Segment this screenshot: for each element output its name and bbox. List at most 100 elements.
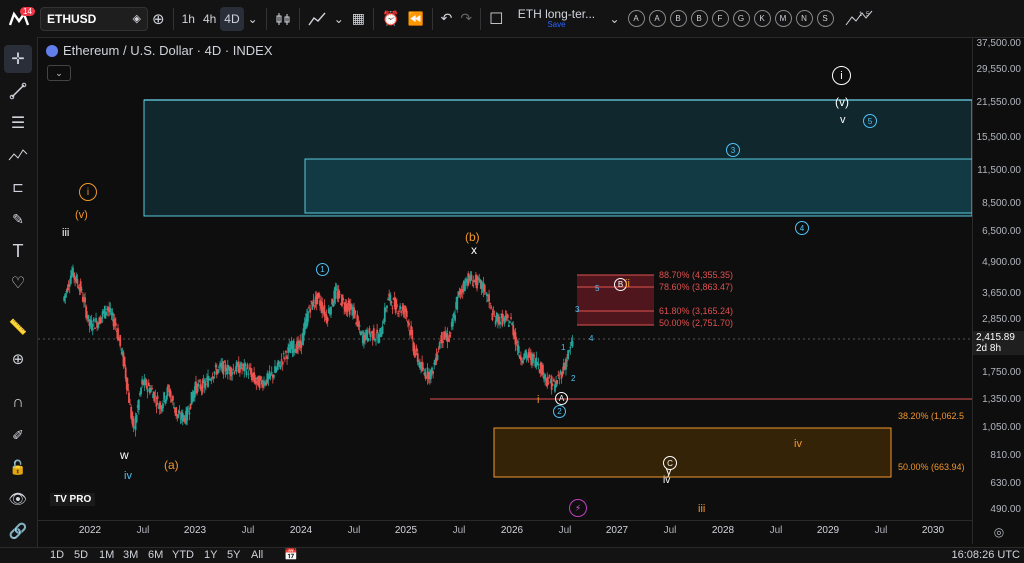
- timeframe-4d[interactable]: 4D: [220, 6, 244, 31]
- range-5d[interactable]: 5D: [74, 549, 88, 561]
- candle-body: [308, 307, 310, 309]
- pattern-tool[interactable]: [4, 141, 32, 169]
- chart-canvas[interactable]: [38, 38, 972, 520]
- range-1m[interactable]: 1M: [99, 549, 114, 561]
- elliott-wave-tool[interactable]: 15: [840, 7, 878, 31]
- range-5y[interactable]: 5Y: [227, 549, 240, 561]
- brush-tool[interactable]: ✎: [4, 205, 32, 233]
- alert-badge[interactable]: A: [648, 10, 666, 27]
- candle-body: [281, 361, 284, 365]
- candle-body: [356, 314, 359, 323]
- redo-button[interactable]: ↷: [456, 7, 476, 31]
- candle-body: [80, 289, 83, 291]
- trendline-tool[interactable]: [4, 77, 32, 105]
- candle-body: [186, 407, 189, 421]
- layout-dropdown[interactable]: ⌄: [605, 7, 623, 31]
- price-label: 1,050.00: [982, 422, 1021, 433]
- forecast-tool[interactable]: ⊏: [4, 173, 32, 201]
- link-tool[interactable]: 🔗: [4, 517, 32, 545]
- candle-body: [330, 306, 332, 315]
- target-zone-inner[interactable]: [304, 158, 972, 214]
- candle-body: [217, 369, 219, 374]
- layouts-button[interactable]: ▦: [348, 7, 369, 31]
- date-range-icon[interactable]: 📅: [284, 548, 298, 561]
- candle-body: [124, 367, 127, 379]
- timeframe-1h[interactable]: 1h: [178, 7, 199, 31]
- candle-body: [126, 383, 129, 391]
- text-tool[interactable]: T: [4, 237, 32, 265]
- alert-badge[interactable]: S: [816, 10, 834, 27]
- magnet-tool[interactable]: ∩: [4, 389, 32, 417]
- candle-body: [114, 322, 117, 326]
- logo-menu[interactable]: 14: [0, 6, 38, 27]
- fib-lower-zone[interactable]: [493, 427, 892, 478]
- range-6m[interactable]: 6M: [148, 549, 163, 561]
- range-3m[interactable]: 3M: [123, 549, 138, 561]
- candle-body: [367, 338, 370, 342]
- candle-body: [260, 380, 263, 385]
- indicators-dropdown[interactable]: ⌄: [330, 7, 348, 31]
- wave-label-iii-orange: iii: [698, 503, 706, 515]
- add-symbol-button[interactable]: ⊕: [148, 7, 169, 31]
- range-1d[interactable]: 1D: [50, 549, 64, 561]
- alert-badge[interactable]: N: [795, 10, 813, 27]
- candle-body: [100, 317, 103, 319]
- fib-retracement-tool[interactable]: ☰: [4, 109, 32, 137]
- candle-body: [438, 342, 441, 349]
- candle-body: [541, 364, 544, 375]
- alert-badge[interactable]: K: [753, 10, 771, 27]
- candle-body: [507, 324, 510, 327]
- alert-badge[interactable]: F: [711, 10, 729, 27]
- candle-body: [223, 361, 226, 363]
- alert-badge[interactable]: M: [774, 10, 792, 27]
- symbol-search[interactable]: ETHUSD ◈: [40, 6, 148, 31]
- candle-body: [422, 367, 425, 370]
- candle-body: [232, 368, 235, 370]
- lock-all-tool[interactable]: 🔓: [4, 453, 32, 481]
- candle-body: [338, 294, 341, 295]
- icon-tool[interactable]: ♡: [4, 269, 32, 297]
- alert-badge[interactable]: B: [690, 10, 708, 27]
- price-label: 2,850.00: [982, 314, 1021, 325]
- time-axis[interactable]: 2022 Jul 2023 Jul 2024 Jul 2025 Jul 2026 Jul 2027 J…: [38, 520, 972, 545]
- price-label: 11,500.00: [977, 165, 1021, 176]
- lock-drawings-tool[interactable]: ✐: [4, 421, 32, 449]
- range-1y[interactable]: 1Y: [204, 549, 217, 561]
- candle-body: [472, 280, 475, 283]
- time-label: 2026: [500, 525, 524, 536]
- price-axis[interactable]: 37,500.00 29,550.00 21,550.00 15,500.00 11,5…: [972, 38, 1024, 520]
- candle-body: [238, 368, 241, 373]
- hide-drawings-tool[interactable]: 👁: [4, 485, 32, 513]
- alert-badge[interactable]: A: [627, 10, 645, 27]
- chart-legend[interactable]: Ethereum / U.S. Dollar · 4D · INDEX: [46, 43, 273, 58]
- fullscreen-button[interactable]: ☐: [485, 7, 507, 31]
- alert-badge[interactable]: G: [732, 10, 750, 27]
- alert-button[interactable]: ⏰: [378, 7, 403, 31]
- candle-body: [111, 312, 114, 316]
- replay-button[interactable]: ⏪: [403, 7, 427, 31]
- crosshair-tool[interactable]: ✛: [4, 45, 32, 73]
- range-ytd[interactable]: YTD: [172, 549, 194, 561]
- zoom-tool[interactable]: ⊕: [4, 345, 32, 373]
- timeframe-4h[interactable]: 4h: [199, 7, 220, 31]
- measure-tool[interactable]: 📏: [4, 313, 32, 341]
- candle-body: [568, 350, 571, 352]
- alert-badge[interactable]: B: [669, 10, 687, 27]
- candle-body: [240, 362, 242, 369]
- indicators-button[interactable]: [304, 7, 330, 31]
- timeframe-dropdown[interactable]: ⌄: [244, 7, 262, 31]
- wave-label-a-paren: (a): [164, 458, 179, 472]
- lightning-icon[interactable]: ⚡: [569, 499, 587, 517]
- candle-body: [99, 317, 102, 324]
- chart-type-button[interactable]: [271, 7, 295, 31]
- range-all[interactable]: All: [251, 549, 263, 561]
- layout-name[interactable]: ETH long-ter... Save: [513, 8, 599, 29]
- undo-button[interactable]: ↶: [437, 7, 457, 31]
- candle-body: [556, 380, 559, 384]
- candle-body: [381, 326, 384, 334]
- legend-collapse-button[interactable]: ⌄: [47, 65, 71, 81]
- clock-time[interactable]: 16:08:26 UTC: [952, 549, 1020, 561]
- axis-settings-button[interactable]: ◎: [972, 520, 1024, 544]
- chart-pane[interactable]: Ethereum / U.S. Dollar · 4D · INDEX ⌄ 88…: [38, 38, 972, 520]
- candle-body: [129, 404, 131, 406]
